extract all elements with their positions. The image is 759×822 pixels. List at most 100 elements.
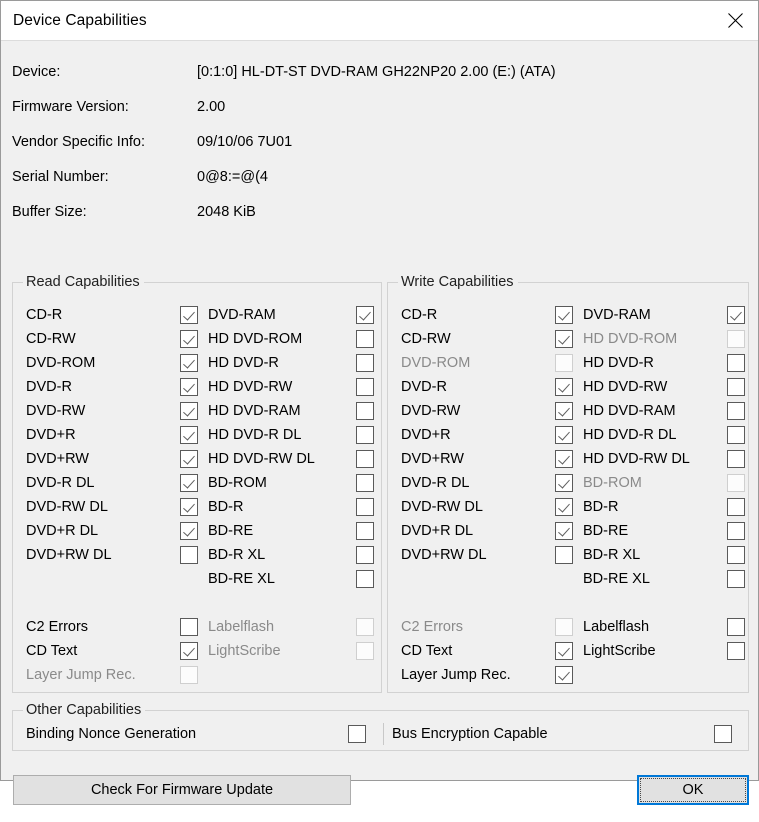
capability-row-bd-re[interactable]: BD-RE bbox=[208, 519, 374, 543]
capability-row-bd-r[interactable]: BD-R bbox=[208, 495, 374, 519]
capability-row-hd-dvd-rw-dl[interactable]: HD DVD-RW DL bbox=[208, 447, 374, 471]
capability-row-bd-re-xl[interactable]: BD-RE XL bbox=[208, 567, 374, 591]
capability-row-dvdplus-r-dl[interactable]: DVD+R DL bbox=[401, 519, 573, 543]
capability-row-cd-text[interactable]: CD Text bbox=[401, 639, 573, 663]
checkbox-hd-dvd-rom[interactable] bbox=[356, 330, 374, 348]
capability-row-hd-dvd-rom[interactable]: HD DVD-ROM bbox=[208, 327, 374, 351]
checkbox-bd-re[interactable] bbox=[727, 522, 745, 540]
binding-nonce-generation-row[interactable]: Binding Nonce Generation bbox=[26, 722, 366, 746]
capability-row-hd-dvd-ram[interactable]: HD DVD-RAM bbox=[208, 399, 374, 423]
checkbox-cd-rw[interactable] bbox=[555, 330, 573, 348]
capability-row-bd-rom[interactable]: BD-ROM bbox=[208, 471, 374, 495]
checkbox-dvd-r[interactable] bbox=[555, 378, 573, 396]
capability-row-dvd-rom[interactable]: DVD-ROM bbox=[26, 351, 198, 375]
checkbox-cd-r[interactable] bbox=[555, 306, 573, 324]
checkbox-bd-re-xl[interactable] bbox=[356, 570, 374, 588]
checkbox-dvd-rw-dl[interactable] bbox=[555, 498, 573, 516]
capability-row-lightscribe[interactable]: LightScribe bbox=[583, 639, 745, 663]
checkbox-bd-r[interactable] bbox=[356, 498, 374, 516]
checkbox-hd-dvd-ram[interactable] bbox=[356, 402, 374, 420]
checkbox-labelflash[interactable] bbox=[727, 618, 745, 636]
capability-row-dvd-rw-dl[interactable]: DVD-RW DL bbox=[401, 495, 573, 519]
check-firmware-update-button[interactable]: Check For Firmware Update bbox=[13, 775, 351, 805]
checkbox-bd-r[interactable] bbox=[727, 498, 745, 516]
checkbox-hd-dvd-rw[interactable] bbox=[727, 378, 745, 396]
ok-button[interactable]: OK bbox=[637, 775, 749, 805]
checkbox-dvdplus-r-dl[interactable] bbox=[555, 522, 573, 540]
capability-row-dvd-ram[interactable]: DVD-RAM bbox=[208, 303, 374, 327]
checkbox-dvd-ram[interactable] bbox=[727, 306, 745, 324]
capability-row-hd-dvd-rw-dl[interactable]: HD DVD-RW DL bbox=[583, 447, 745, 471]
checkbox-hd-dvd-r-dl[interactable] bbox=[356, 426, 374, 444]
capability-row-bd-re-xl[interactable]: BD-RE XL bbox=[583, 567, 745, 591]
checkbox-dvd-r-dl[interactable] bbox=[555, 474, 573, 492]
capability-row-c2-errors[interactable]: C2 Errors bbox=[26, 615, 198, 639]
checkbox-dvd-rw-dl[interactable] bbox=[180, 498, 198, 516]
checkbox-dvdplus-r-dl[interactable] bbox=[180, 522, 198, 540]
capability-row-cd-rw[interactable]: CD-RW bbox=[401, 327, 573, 351]
close-button[interactable] bbox=[712, 2, 758, 40]
checkbox-bd-rom[interactable] bbox=[356, 474, 374, 492]
checkbox-hd-dvd-r[interactable] bbox=[356, 354, 374, 372]
capability-row-dvdplus-r[interactable]: DVD+R bbox=[26, 423, 198, 447]
checkbox-bd-re-xl[interactable] bbox=[727, 570, 745, 588]
capability-row-hd-dvd-rw[interactable]: HD DVD-RW bbox=[208, 375, 374, 399]
checkbox-hd-dvd-rw-dl[interactable] bbox=[727, 450, 745, 468]
checkbox-bd-r-xl[interactable] bbox=[727, 546, 745, 564]
checkbox-dvd-r[interactable] bbox=[180, 378, 198, 396]
checkbox-layer-jump-rec[interactable] bbox=[555, 666, 573, 684]
capability-row-hd-dvd-r-dl[interactable]: HD DVD-R DL bbox=[208, 423, 374, 447]
checkbox-dvd-rw[interactable] bbox=[180, 402, 198, 420]
capability-row-layer-jump-rec[interactable]: Layer Jump Rec. bbox=[401, 663, 573, 687]
bus-encryption-capable-checkbox[interactable] bbox=[714, 725, 732, 743]
capability-row-dvd-r[interactable]: DVD-R bbox=[401, 375, 573, 399]
checkbox-hd-dvd-r[interactable] bbox=[727, 354, 745, 372]
capability-row-hd-dvd-r[interactable]: HD DVD-R bbox=[583, 351, 745, 375]
checkbox-hd-dvd-rw[interactable] bbox=[356, 378, 374, 396]
checkbox-hd-dvd-r-dl[interactable] bbox=[727, 426, 745, 444]
checkbox-lightscribe[interactable] bbox=[727, 642, 745, 660]
capability-row-dvd-r-dl[interactable]: DVD-R DL bbox=[401, 471, 573, 495]
capability-row-dvd-rw-dl[interactable]: DVD-RW DL bbox=[26, 495, 198, 519]
capability-row-cd-r[interactable]: CD-R bbox=[26, 303, 198, 327]
checkbox-bd-re[interactable] bbox=[356, 522, 374, 540]
capability-row-dvd-r-dl[interactable]: DVD-R DL bbox=[26, 471, 198, 495]
capability-row-bd-re[interactable]: BD-RE bbox=[583, 519, 745, 543]
capability-row-dvdplus-rw[interactable]: DVD+RW bbox=[401, 447, 573, 471]
checkbox-hd-dvd-rw-dl[interactable] bbox=[356, 450, 374, 468]
checkbox-dvd-rw[interactable] bbox=[555, 402, 573, 420]
capability-row-dvd-ram[interactable]: DVD-RAM bbox=[583, 303, 745, 327]
capability-row-bd-r-xl[interactable]: BD-R XL bbox=[208, 543, 374, 567]
capability-row-dvdplus-rw-dl[interactable]: DVD+RW DL bbox=[26, 543, 198, 567]
capability-row-labelflash[interactable]: Labelflash bbox=[583, 615, 745, 639]
checkbox-dvdplus-rw-dl[interactable] bbox=[555, 546, 573, 564]
checkbox-dvdplus-r[interactable] bbox=[555, 426, 573, 444]
checkbox-cd-text[interactable] bbox=[555, 642, 573, 660]
checkbox-dvdplus-rw-dl[interactable] bbox=[180, 546, 198, 564]
checkbox-cd-text[interactable] bbox=[180, 642, 198, 660]
capability-row-hd-dvd-r-dl[interactable]: HD DVD-R DL bbox=[583, 423, 745, 447]
checkbox-cd-r[interactable] bbox=[180, 306, 198, 324]
capability-row-hd-dvd-ram[interactable]: HD DVD-RAM bbox=[583, 399, 745, 423]
capability-row-hd-dvd-rw[interactable]: HD DVD-RW bbox=[583, 375, 745, 399]
checkbox-dvdplus-r[interactable] bbox=[180, 426, 198, 444]
checkbox-bd-r-xl[interactable] bbox=[356, 546, 374, 564]
capability-row-bd-r-xl[interactable]: BD-R XL bbox=[583, 543, 745, 567]
checkbox-dvd-rom[interactable] bbox=[180, 354, 198, 372]
capability-row-dvd-rw[interactable]: DVD-RW bbox=[401, 399, 573, 423]
capability-row-cd-rw[interactable]: CD-RW bbox=[26, 327, 198, 351]
capability-row-cd-text[interactable]: CD Text bbox=[26, 639, 198, 663]
binding-nonce-generation-checkbox[interactable] bbox=[348, 725, 366, 743]
checkbox-dvdplus-rw[interactable] bbox=[180, 450, 198, 468]
capability-row-dvd-r[interactable]: DVD-R bbox=[26, 375, 198, 399]
checkbox-dvd-r-dl[interactable] bbox=[180, 474, 198, 492]
checkbox-dvdplus-rw[interactable] bbox=[555, 450, 573, 468]
capability-row-hd-dvd-r[interactable]: HD DVD-R bbox=[208, 351, 374, 375]
checkbox-dvd-ram[interactable] bbox=[356, 306, 374, 324]
capability-row-bd-r[interactable]: BD-R bbox=[583, 495, 745, 519]
capability-row-dvd-rw[interactable]: DVD-RW bbox=[26, 399, 198, 423]
capability-row-dvdplus-r-dl[interactable]: DVD+R DL bbox=[26, 519, 198, 543]
capability-row-dvdplus-rw[interactable]: DVD+RW bbox=[26, 447, 198, 471]
capability-row-dvdplus-rw-dl[interactable]: DVD+RW DL bbox=[401, 543, 573, 567]
bus-encryption-capable-row[interactable]: Bus Encryption Capable bbox=[392, 722, 732, 746]
